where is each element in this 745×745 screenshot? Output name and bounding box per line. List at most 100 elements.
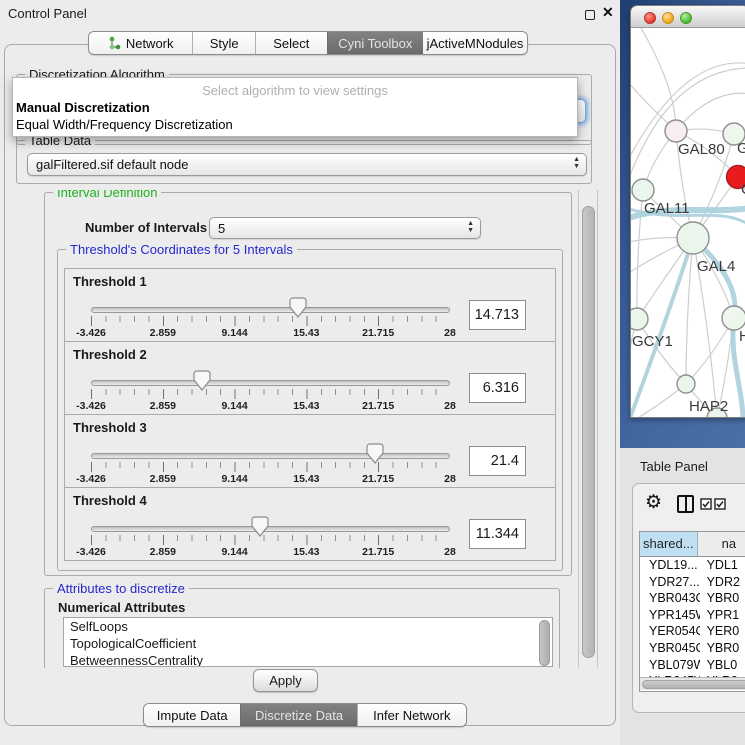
scale-label: 15.43 xyxy=(293,473,319,485)
table-row[interactable]: YBR043C YBR0 xyxy=(640,590,745,607)
interval-definition-title: Interval Definition xyxy=(53,190,161,200)
slider-handle[interactable] xyxy=(289,297,307,319)
threshold-slider[interactable]: -3.4262.8599.14415.4321.71528 xyxy=(91,307,450,313)
tab-network[interactable]: Network xyxy=(89,32,192,54)
network-node-label: H xyxy=(739,328,745,345)
tab-impute-data[interactable]: Impute Data xyxy=(144,704,240,726)
table-hscrollbar-thumb[interactable] xyxy=(642,680,745,689)
threshold-slider[interactable]: -3.4262.8599.14415.4321.71528 xyxy=(91,380,450,386)
network-icon xyxy=(108,36,121,50)
network-node[interactable] xyxy=(677,222,709,254)
cell-shared-name[interactable]: YBR043C xyxy=(640,590,700,607)
tab-style[interactable]: Style xyxy=(192,32,255,54)
cell-name[interactable]: YDR2 xyxy=(700,574,745,591)
network-node[interactable] xyxy=(677,375,695,393)
cell-shared-name[interactable]: YPR145W xyxy=(640,607,700,624)
list-scrollbar-thumb[interactable] xyxy=(539,620,550,666)
threshold-slider[interactable]: -3.4262.8599.14415.4321.71528 xyxy=(91,526,450,532)
column-header-shared-name[interactable]: shared... xyxy=(640,532,698,556)
slider-handle[interactable] xyxy=(193,370,211,392)
scale-label: 9.144 xyxy=(221,400,247,412)
cell-shared-name[interactable]: YIL052C xyxy=(640,690,700,692)
cell-name[interactable]: YBL0 xyxy=(700,657,745,674)
algorithm-option-manual[interactable]: Manual Discretization xyxy=(15,100,575,117)
table-row[interactable]: YER054C YER0 xyxy=(640,623,745,640)
slider-handle[interactable] xyxy=(366,443,384,465)
control-panel-titlebar: Control Panel ✕ xyxy=(0,0,620,26)
tab-infer-network[interactable]: Infer Network xyxy=(357,704,466,726)
table-row[interactable]: YPR145W YPR1 xyxy=(640,607,745,624)
threshold-block: Threshold 1 -3.4262.8599.14415.4321.7152… xyxy=(64,268,556,342)
slider-track[interactable] xyxy=(91,526,450,532)
gear-icon[interactable]: ⚙ xyxy=(645,493,662,512)
attribute-item[interactable]: SelfLoops xyxy=(64,618,552,635)
tab-jactivemnodules[interactable]: jActiveMNodules xyxy=(423,32,527,54)
close-traffic-light[interactable] xyxy=(644,12,656,24)
interval-definition-group: Interval Definition Number of Intervals … xyxy=(44,192,572,576)
scale-label: 2.859 xyxy=(150,400,176,412)
panel-vertical-scrollbar[interactable] xyxy=(578,190,598,668)
panel-scrollbar-thumb[interactable] xyxy=(582,206,595,658)
table-row[interactable]: YIL052C YIL0 xyxy=(640,690,745,692)
scale-label: 15.43 xyxy=(293,546,319,558)
number-of-intervals-label: Number of Intervals xyxy=(85,220,207,235)
network-node[interactable] xyxy=(722,306,745,330)
threshold-block: Threshold 2 -3.4262.8599.14415.4321.7152… xyxy=(64,341,556,415)
slider-track[interactable] xyxy=(91,453,450,459)
threshold-value[interactable]: 11.344 xyxy=(469,519,526,549)
column-view-icon[interactable] xyxy=(677,495,694,513)
scale-label: 21.715 xyxy=(362,546,394,558)
minimize-traffic-light[interactable] xyxy=(662,12,674,24)
table-row[interactable]: YBR045C YBR0 xyxy=(640,640,745,657)
network-node[interactable] xyxy=(665,120,687,142)
tab-select-label: Select xyxy=(273,36,309,51)
cell-name[interactable]: YER0 xyxy=(700,623,745,640)
cell-name[interactable]: YPR1 xyxy=(700,607,745,624)
cell-name[interactable]: YBR0 xyxy=(700,640,745,657)
slider-track[interactable] xyxy=(91,380,450,386)
threshold-slider[interactable]: -3.4262.8599.14415.4321.71528 xyxy=(91,453,450,459)
column-header-name[interactable]: na xyxy=(698,532,745,556)
slider-track[interactable] xyxy=(91,307,450,313)
cell-name[interactable]: YBR0 xyxy=(700,590,745,607)
attribute-item[interactable]: TopologicalCoefficient xyxy=(64,635,552,652)
network-node[interactable] xyxy=(632,179,654,201)
threshold-value[interactable]: 6.316 xyxy=(469,373,526,403)
cell-shared-name[interactable]: YER054C xyxy=(640,623,700,640)
cell-shared-name[interactable]: YBL079W xyxy=(640,657,700,674)
tab-discretize-data[interactable]: Discretize Data xyxy=(240,704,356,726)
checkbox-icon[interactable] xyxy=(714,498,726,510)
network-window-titlebar[interactable] xyxy=(631,6,745,28)
network-node[interactable] xyxy=(631,308,648,330)
cell-shared-name[interactable]: YDR27... xyxy=(640,574,700,591)
table-horizontal-scrollbar[interactable] xyxy=(640,677,745,690)
threshold-value[interactable]: 14.713 xyxy=(469,300,526,330)
slider-handle[interactable] xyxy=(251,516,269,538)
checkbox-icon[interactable] xyxy=(700,498,712,510)
tab-discretize-label: Discretize Data xyxy=(255,708,343,723)
float-window-icon[interactable] xyxy=(585,10,595,20)
scale-label: 2.859 xyxy=(150,327,176,339)
network-canvas[interactable]: GAL80GACGAL11GAL4GCY1HHAP2 xyxy=(631,28,745,418)
close-icon[interactable]: ✕ xyxy=(602,4,614,21)
table-row[interactable]: YDR27... YDR2 xyxy=(640,574,745,591)
scale-label: 28 xyxy=(444,400,456,412)
numerical-attributes-list[interactable]: SelfLoops TopologicalCoefficient Between… xyxy=(63,617,553,667)
cell-name[interactable]: YDL1 xyxy=(700,557,745,574)
cell-shared-name[interactable]: YDL19... xyxy=(640,557,700,574)
table-row[interactable]: YBL079W YBL0 xyxy=(640,657,745,674)
algorithm-option-equal-width[interactable]: Equal Width/Frequency Discretization xyxy=(15,117,575,134)
attribute-item[interactable]: BetweennessCentrality xyxy=(64,652,552,667)
tab-select[interactable]: Select xyxy=(255,32,327,54)
cell-name[interactable]: YIL0 xyxy=(700,690,745,692)
table-row[interactable]: YDL19... YDL1 xyxy=(640,557,745,574)
number-of-intervals-combo[interactable]: 5 ▲▼ xyxy=(209,217,481,239)
zoom-traffic-light[interactable] xyxy=(680,12,692,24)
table-data-combo[interactable]: galFiltered.sif default node ▲▼ xyxy=(27,153,587,176)
apply-button[interactable]: Apply xyxy=(253,669,318,692)
threshold-value[interactable]: 21.4 xyxy=(469,446,526,476)
tab-cyni-toolbox[interactable]: Cyni Toolbox xyxy=(327,32,423,54)
scale-label: 9.144 xyxy=(221,327,247,339)
algorithm-dropdown-popup: Select algorithm to view settings Manual… xyxy=(12,77,578,137)
cell-shared-name[interactable]: YBR045C xyxy=(640,640,700,657)
